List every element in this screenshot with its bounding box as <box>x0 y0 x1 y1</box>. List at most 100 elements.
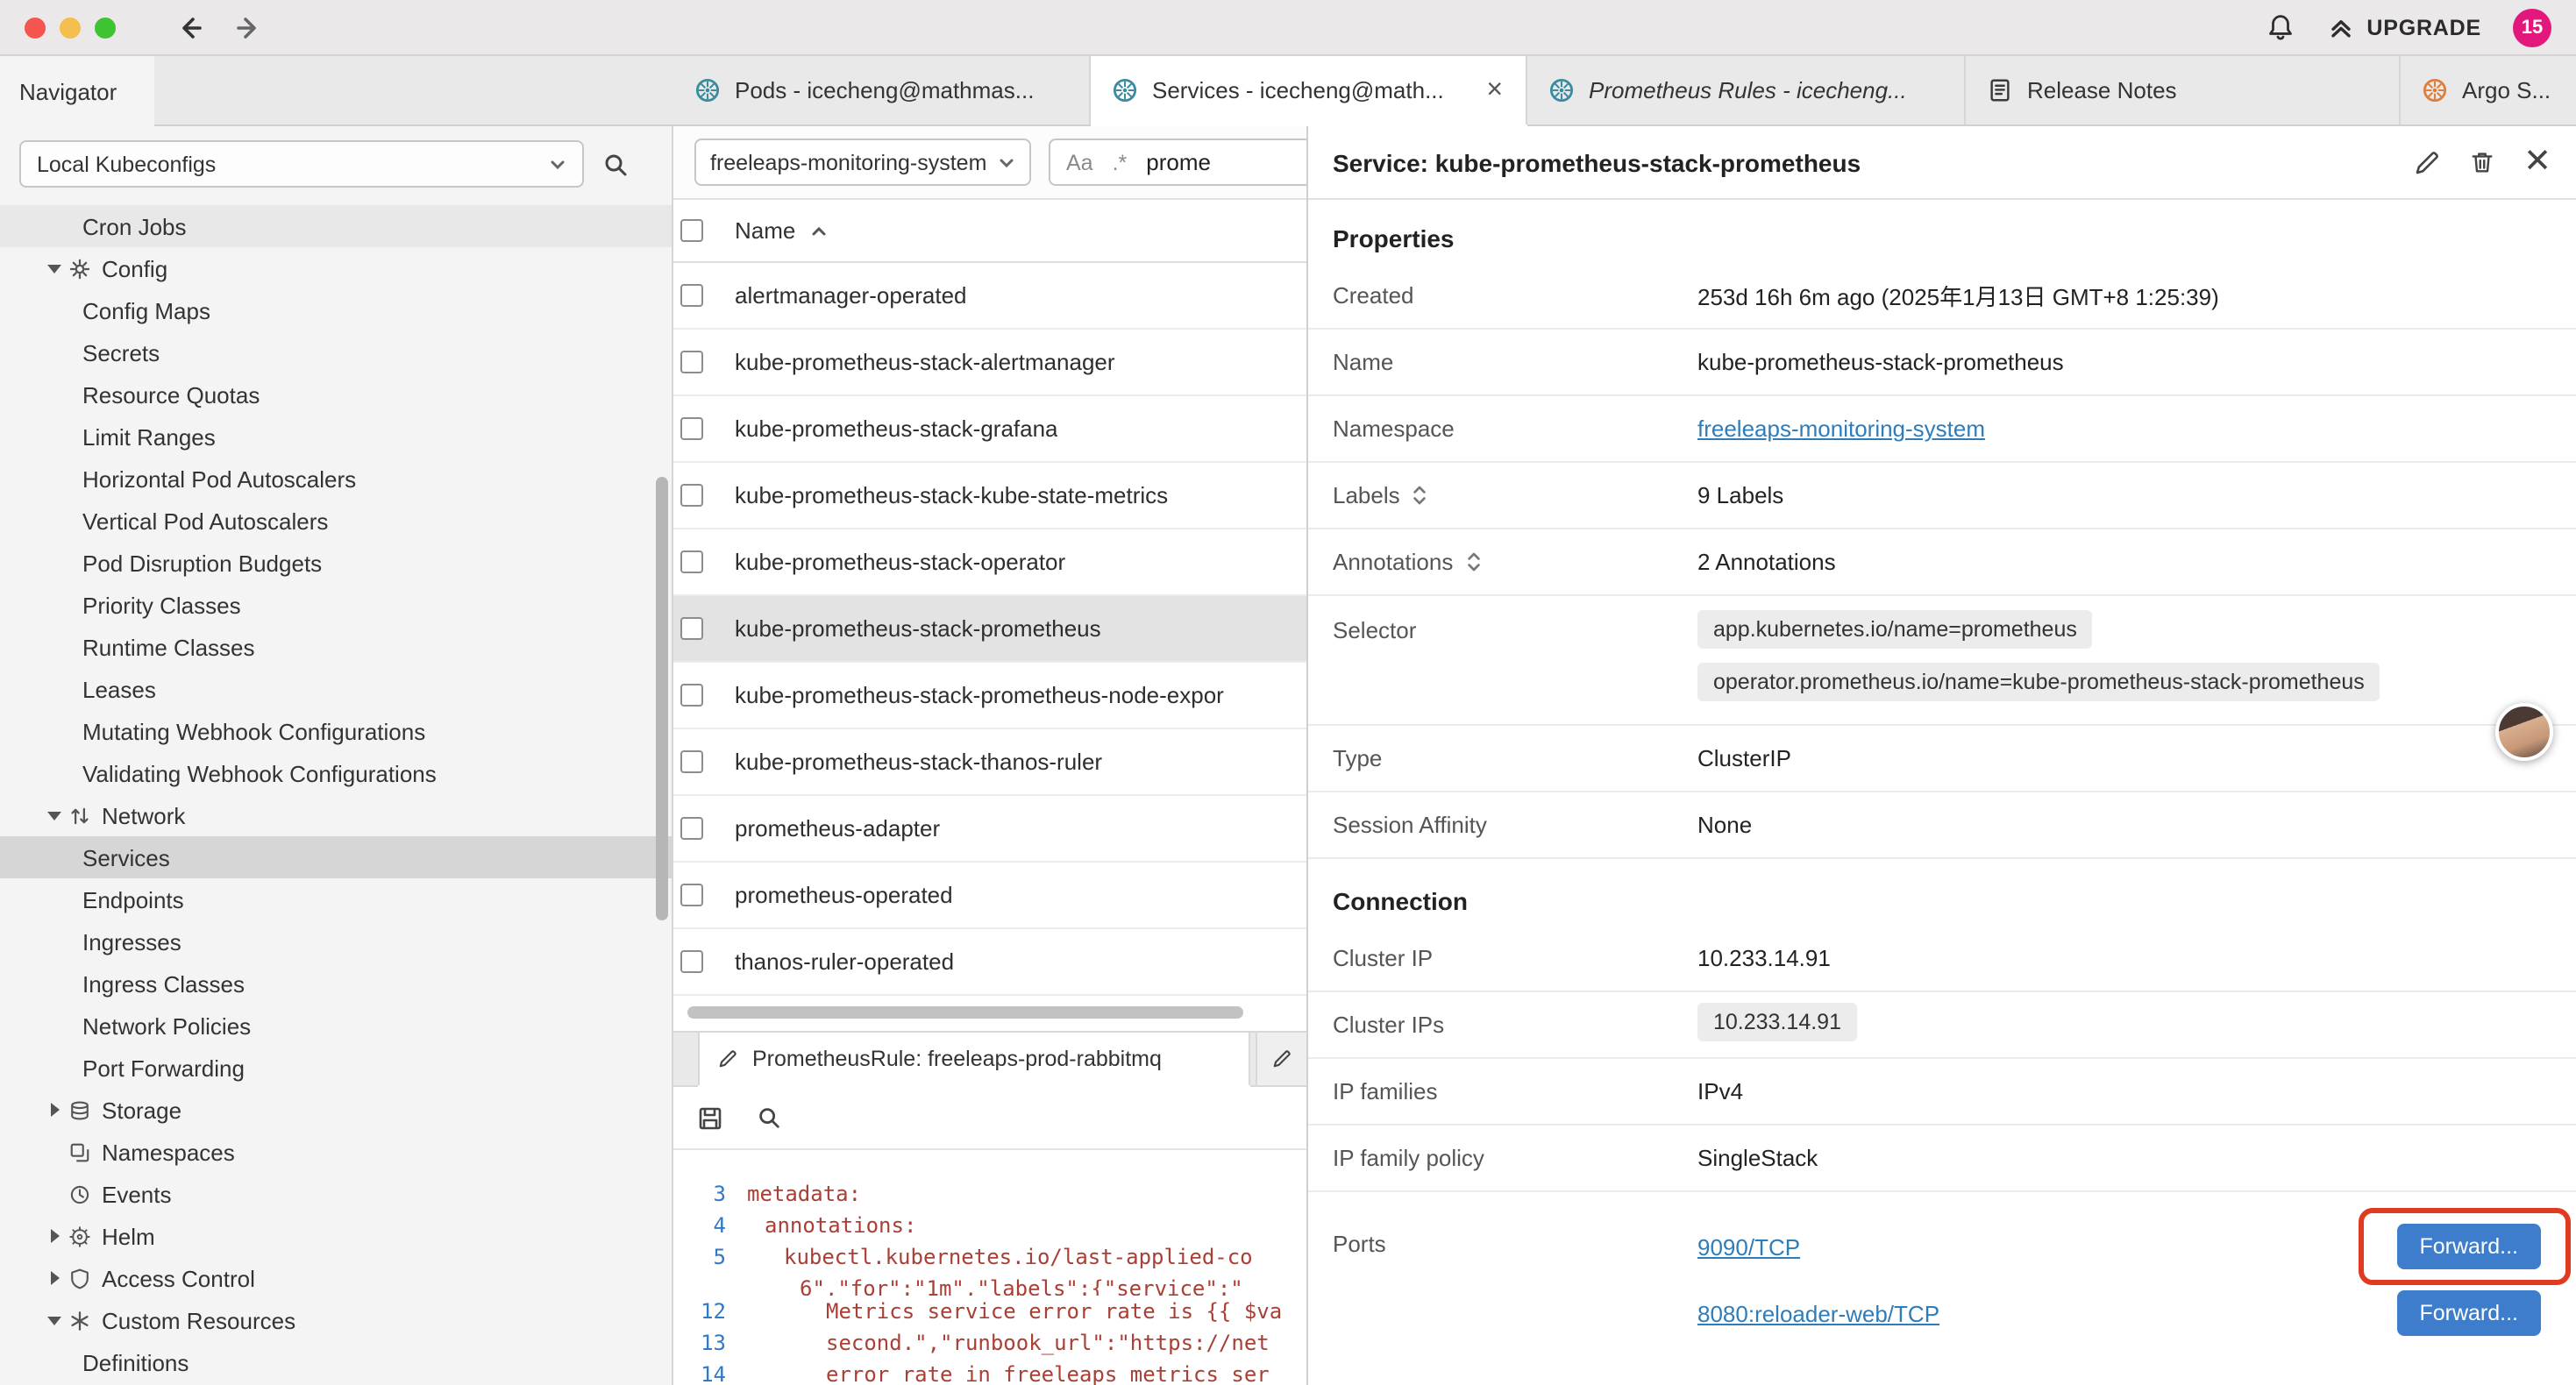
forward-button[interactable]: Forward... <box>2396 1290 2541 1336</box>
sidebar-item[interactable]: Validating Webhook Configurations <box>0 752 672 794</box>
table-row[interactable]: kube-prometheus-stack-thanos-ruler <box>673 729 1306 796</box>
sidebar-item[interactable]: Priority Classes <box>0 584 672 626</box>
row-checkbox[interactable] <box>680 817 703 840</box>
window-maximize-button[interactable] <box>95 17 116 38</box>
chevron-icon[interactable] <box>46 1227 63 1245</box>
sidebar-item[interactable]: Runtime Classes <box>0 626 672 668</box>
tab-close-icon[interactable]: × <box>1484 76 1505 104</box>
select-all-checkbox[interactable] <box>680 219 703 242</box>
editor-tab[interactable]: Services - icecheng@math... × <box>1091 56 1527 124</box>
sidebar-item[interactable]: Limit Ranges <box>0 416 672 458</box>
close-drawer-icon[interactable]: ✕ <box>2523 146 2551 179</box>
row-checkbox[interactable] <box>680 484 703 507</box>
delete-service-button[interactable] <box>2469 149 2495 175</box>
row-checkbox[interactable] <box>680 950 703 973</box>
sidebar-item[interactable]: Port Forwarding <box>0 1047 672 1089</box>
chevron-icon[interactable] <box>46 806 63 824</box>
sidebar-item[interactable]: Ingresses <box>0 920 672 962</box>
sidebar-item[interactable]: Config <box>0 247 672 289</box>
dock-tab-prometheusrule[interactable]: PrometheusRule: freeleaps-prod-rabbitmq <box>698 1033 1250 1085</box>
editor-tab[interactable]: Pods - icecheng@mathmas... × <box>673 56 1091 124</box>
row-checkbox[interactable] <box>680 617 703 640</box>
sidebar-item[interactable]: Resource Quotas <box>0 373 672 416</box>
sidebar-item[interactable]: Helm <box>0 1215 672 1257</box>
table-row[interactable]: kube-prometheus-stack-alertmanager <box>673 330 1306 396</box>
chevron-icon[interactable] <box>46 1185 63 1203</box>
row-checkbox[interactable] <box>680 884 703 906</box>
table-search-field[interactable]: Aa .* prome <box>1049 138 1306 186</box>
sidebar-item[interactable]: Mutating Webhook Configurations <box>0 710 672 752</box>
port-link-9090[interactable]: 9090/TCP <box>1697 1233 1800 1260</box>
expand-toggle-icon[interactable] <box>1465 550 1481 573</box>
user-avatar[interactable] <box>2495 703 2553 761</box>
sidebar-item[interactable]: Network Policies <box>0 1005 672 1047</box>
table-row[interactable]: kube-prometheus-stack-prometheus-node-ex… <box>673 663 1306 729</box>
table-row[interactable]: kube-prometheus-stack-kube-state-metrics <box>673 463 1306 529</box>
forward-button[interactable]: Forward... <box>2396 1224 2541 1269</box>
expand-toggle-icon[interactable] <box>1413 484 1428 507</box>
table-row[interactable]: prometheus-adapter <box>673 796 1306 863</box>
column-header-name[interactable]: Name <box>735 217 827 244</box>
chevron-icon[interactable] <box>46 1101 63 1119</box>
match-case-toggle[interactable]: Aa <box>1066 150 1093 174</box>
chevron-icon[interactable] <box>46 1311 63 1329</box>
sidebar-item[interactable]: Custom Resources <box>0 1299 672 1341</box>
sidebar-item[interactable]: Access Control <box>0 1257 672 1299</box>
window-close-button[interactable] <box>25 17 46 38</box>
sidebar-item[interactable]: Cron Jobs <box>0 205 672 247</box>
chevron-icon[interactable] <box>46 259 63 277</box>
row-checkbox[interactable] <box>680 351 703 373</box>
table-row[interactable]: kube-prometheus-stack-prometheus <box>673 596 1306 663</box>
yaml-editor[interactable]: 3 metadata: 4 annotations: 5 kubectl.kub… <box>673 1150 1306 1385</box>
namespace-filter-select[interactable]: freeleaps-monitoring-system <box>694 138 1031 186</box>
sidebar-item[interactable]: Pod Disruption Budgets <box>0 542 672 584</box>
sidebar-item[interactable]: Leases <box>0 668 672 710</box>
sidebar-item[interactable]: Services <box>0 836 672 878</box>
horizontal-scrollbar-thumb[interactable] <box>687 1006 1244 1019</box>
window-minimize-button[interactable] <box>60 17 81 38</box>
row-checkbox[interactable] <box>680 417 703 440</box>
sidebar-item[interactable]: Namespaces <box>0 1131 672 1173</box>
editor-search-icon[interactable] <box>756 1104 782 1131</box>
sidebar-item[interactable]: Vertical Pod Autoscalers <box>0 500 672 542</box>
sidebar-item[interactable]: Secrets <box>0 331 672 373</box>
editor-tab[interactable]: Release Notes × <box>1966 56 2401 124</box>
dock-tab-partial[interactable] <box>1256 1033 1306 1085</box>
row-checkbox[interactable] <box>680 750 703 773</box>
chevron-icon[interactable] <box>46 1269 63 1287</box>
editor-tab[interactable]: Argo S... × <box>2401 56 2576 124</box>
code-line: 13 second.","runbook_url":"https://net <box>673 1327 1306 1359</box>
regex-toggle[interactable]: .* <box>1113 150 1128 174</box>
upgrade-button[interactable]: UPGRADE <box>2326 13 2481 41</box>
edit-service-button[interactable] <box>2413 148 2441 176</box>
row-checkbox[interactable] <box>680 684 703 707</box>
forward-arrow-icon[interactable] <box>235 13 263 41</box>
table-row[interactable]: kube-prometheus-stack-operator <box>673 529 1306 596</box>
notifications-bell-icon[interactable] <box>2265 12 2295 42</box>
sidebar-item[interactable]: Network <box>0 794 672 836</box>
kubeconfig-selector[interactable]: Local Kubeconfigs <box>19 140 584 188</box>
sidebar-item[interactable]: Config Maps <box>0 289 672 331</box>
table-row[interactable]: prometheus-operated <box>673 863 1306 929</box>
table-row[interactable]: kube-prometheus-stack-grafana <box>673 396 1306 463</box>
back-arrow-icon[interactable] <box>175 13 203 41</box>
editor-tab[interactable]: Prometheus Rules - icecheng... × <box>1527 56 1966 124</box>
chevron-icon[interactable] <box>46 1143 63 1161</box>
sidebar-item[interactable]: Horizontal Pod Autoscalers <box>0 458 672 500</box>
sidebar-item[interactable]: Storage <box>0 1089 672 1131</box>
save-icon[interactable] <box>696 1104 724 1132</box>
notification-count-badge[interactable]: 15 <box>2513 8 2551 46</box>
table-row[interactable]: thanos-ruler-operated <box>673 929 1306 996</box>
table-row[interactable]: alertmanager-operated <box>673 263 1306 330</box>
row-checkbox[interactable] <box>680 284 703 307</box>
sidebar-search-icon[interactable] <box>601 150 630 178</box>
row-checkbox[interactable] <box>680 550 703 573</box>
sidebar-item[interactable]: Events <box>0 1173 672 1215</box>
sidebar-scrollbar-thumb[interactable] <box>656 477 668 920</box>
navigator-tab[interactable]: Navigator <box>0 56 154 126</box>
port-link-8080[interactable]: 8080:reloader-web/TCP <box>1697 1300 1939 1326</box>
namespace-link[interactable]: freeleaps-monitoring-system <box>1697 416 1985 442</box>
sidebar-item[interactable]: Endpoints <box>0 878 672 920</box>
sidebar-item[interactable]: Definitions <box>0 1341 672 1383</box>
sidebar-item[interactable]: Ingress Classes <box>0 962 672 1005</box>
